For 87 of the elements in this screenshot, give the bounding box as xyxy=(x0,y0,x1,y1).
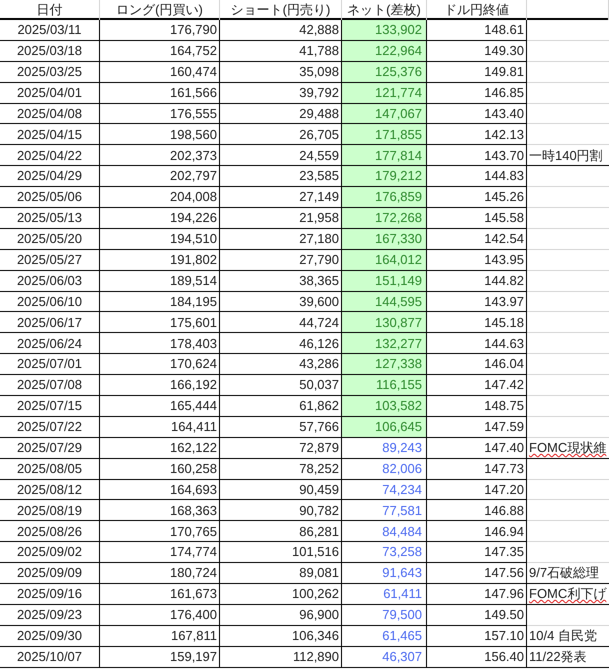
net-cell: 106,645 xyxy=(342,416,427,437)
date-cell: 2025/04/01 xyxy=(0,82,100,103)
net-cell: 121,774 xyxy=(342,82,427,103)
net-cell: 133,902 xyxy=(342,20,427,40)
long-cell: 202,797 xyxy=(100,166,220,186)
long-cell: 194,226 xyxy=(100,208,220,228)
long-cell: 168,363 xyxy=(100,500,220,520)
date-cell: 2025/08/26 xyxy=(0,521,100,542)
long-cell: 194,510 xyxy=(100,228,220,249)
date-cell: 2025/06/03 xyxy=(0,270,100,291)
column-header: ドル円終値 xyxy=(427,0,527,20)
date-cell: 2025/07/15 xyxy=(0,396,100,416)
date-cell: 2025/03/18 xyxy=(0,40,100,61)
net-cell: 167,330 xyxy=(342,228,427,249)
net-cell: 177,814 xyxy=(342,145,427,166)
long-cell: 164,411 xyxy=(100,416,220,437)
date-cell: 2025/09/02 xyxy=(0,542,100,562)
long-cell: 174,774 xyxy=(100,542,220,562)
date-cell: 2025/03/25 xyxy=(0,62,100,82)
long-cell: 184,195 xyxy=(100,292,220,312)
date-cell: 2025/09/30 xyxy=(0,626,100,646)
long-cell: 165,444 xyxy=(100,396,220,416)
date-cell: 2025/07/22 xyxy=(0,416,100,437)
column-header: ショート(円売り) xyxy=(220,0,342,20)
date-cell: 2025/04/22 xyxy=(0,145,100,166)
long-cell: 159,197 xyxy=(100,646,220,667)
long-cell: 164,693 xyxy=(100,480,220,500)
net-cell: 172,268 xyxy=(342,208,427,228)
long-cell: 202,373 xyxy=(100,145,220,166)
date-cell: 2025/03/11 xyxy=(0,20,100,40)
net-cell: 103,582 xyxy=(342,396,427,416)
long-cell: 178,403 xyxy=(100,333,220,354)
date-cell: 2025/05/06 xyxy=(0,187,100,208)
long-cell: 176,790 xyxy=(100,20,220,40)
date-cell: 2025/07/01 xyxy=(0,354,100,374)
net-cell: 130,877 xyxy=(342,312,427,332)
net-cell: 164,012 xyxy=(342,250,427,270)
net-cell: 132,277 xyxy=(342,333,427,354)
net-cell: 125,376 xyxy=(342,62,427,82)
date-cell: 2025/10/07 xyxy=(0,646,100,667)
net-cell: 151,149 xyxy=(342,270,427,291)
net-cell: 171,855 xyxy=(342,124,427,144)
date-cell: 2025/08/19 xyxy=(0,500,100,520)
long-cell: 160,258 xyxy=(100,458,220,479)
long-cell: 170,624 xyxy=(100,354,220,374)
long-cell: 175,601 xyxy=(100,312,220,332)
long-cell: 189,514 xyxy=(100,270,220,291)
date-cell: 2025/08/12 xyxy=(0,480,100,500)
date-cell: 2025/09/23 xyxy=(0,604,100,625)
date-cell: 2025/09/09 xyxy=(0,563,100,584)
note-cell: FOMC利下げ xyxy=(527,584,609,604)
net-cell: 116,155 xyxy=(342,375,427,396)
long-cell: 204,008 xyxy=(100,187,220,208)
date-cell: 2025/09/16 xyxy=(0,584,100,604)
date-cell: 2025/08/05 xyxy=(0,458,100,479)
net-cell: 122,964 xyxy=(342,40,427,61)
long-cell: 176,400 xyxy=(100,604,220,625)
long-cell: 167,811 xyxy=(100,626,220,646)
long-cell: 180,724 xyxy=(100,563,220,584)
date-cell: 2025/04/15 xyxy=(0,124,100,144)
net-cell: 127,338 xyxy=(342,354,427,374)
date-cell: 2025/06/24 xyxy=(0,333,100,354)
long-cell: 160,474 xyxy=(100,62,220,82)
date-cell: 2025/05/13 xyxy=(0,208,100,228)
net-cell: 176,859 xyxy=(342,187,427,208)
long-cell: 162,122 xyxy=(100,438,220,458)
net-cell: 147,067 xyxy=(342,104,427,124)
date-cell: 2025/07/29 xyxy=(0,438,100,458)
date-cell: 2025/06/10 xyxy=(0,292,100,312)
long-cell: 170,765 xyxy=(100,521,220,542)
date-cell: 2025/05/20 xyxy=(0,228,100,249)
date-cell: 2025/04/08 xyxy=(0,104,100,124)
long-cell: 161,566 xyxy=(100,82,220,103)
long-cell: 198,560 xyxy=(100,124,220,144)
long-cell: 164,752 xyxy=(100,40,220,61)
long-cell: 176,555 xyxy=(100,104,220,124)
net-cell: 144,595 xyxy=(342,292,427,312)
column-header: 日付 xyxy=(0,0,100,20)
date-cell: 2025/05/27 xyxy=(0,250,100,270)
long-cell: 161,673 xyxy=(100,584,220,604)
long-cell: 191,802 xyxy=(100,250,220,270)
net-cell: 179,212 xyxy=(342,166,427,186)
column-header: ロング(円買い) xyxy=(100,0,220,20)
long-cell: 166,192 xyxy=(100,375,220,396)
date-cell: 2025/06/17 xyxy=(0,312,100,332)
date-cell: 2025/04/29 xyxy=(0,166,100,186)
date-cell: 2025/07/08 xyxy=(0,375,100,396)
